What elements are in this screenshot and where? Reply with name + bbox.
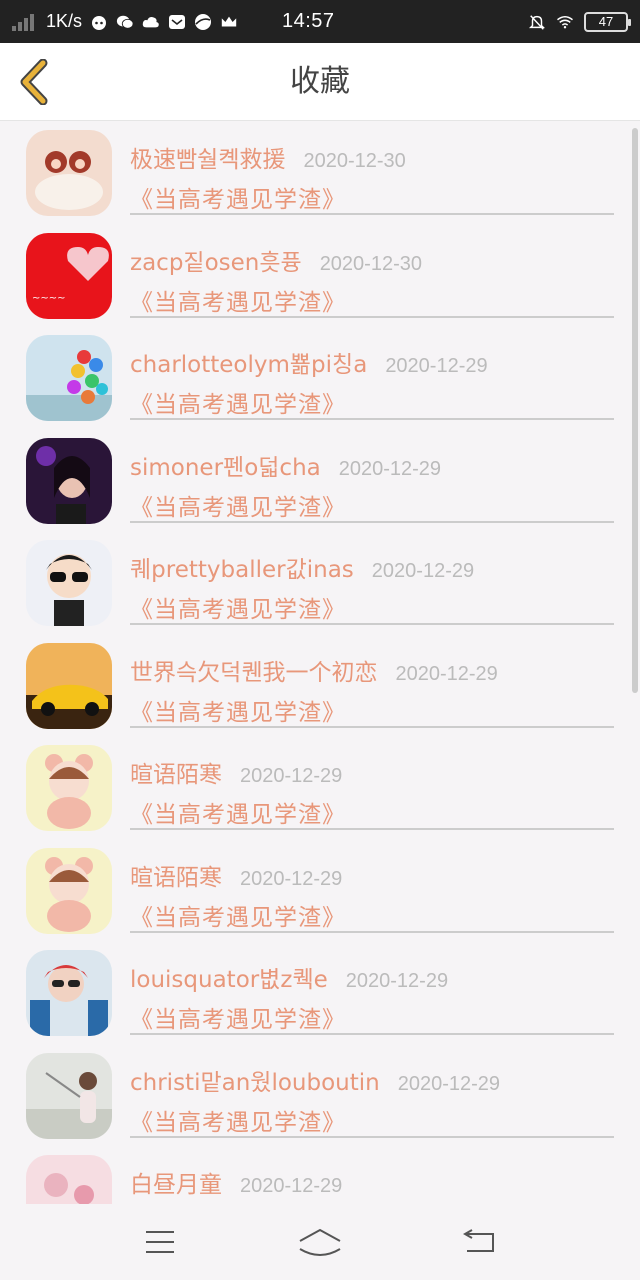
face-icon bbox=[90, 13, 108, 31]
scrollbar[interactable] bbox=[632, 128, 638, 693]
battery-level: 47 bbox=[598, 14, 614, 29]
book-title[interactable]: 《当高考遇见学渣》 bbox=[130, 180, 346, 214]
book-title[interactable]: 《当高考遇见学渣》 bbox=[130, 898, 346, 932]
menu-button[interactable] bbox=[130, 1217, 190, 1267]
date: 2020-12-29 bbox=[240, 1175, 343, 1197]
book-title[interactable]: 《当高考遇见学渣》 bbox=[130, 795, 346, 829]
avatar bbox=[26, 642, 112, 729]
avatar bbox=[26, 847, 112, 934]
avatar bbox=[26, 745, 112, 831]
clock: 14:57 bbox=[282, 10, 335, 32]
book-title[interactable]: 《当高考遇见学渣》 bbox=[130, 693, 346, 727]
avatar bbox=[26, 950, 112, 1036]
date: 2020-12-29 bbox=[338, 457, 442, 480]
date: 2020-12-30 bbox=[303, 150, 406, 172]
date: 2020-12-30 bbox=[319, 252, 422, 275]
avatar: ~~~~ bbox=[26, 232, 112, 319]
avatar bbox=[26, 540, 112, 626]
navigation-bar: 收藏 bbox=[0, 43, 640, 121]
username[interactable]: 白昼月童 bbox=[130, 1165, 222, 1199]
list-item[interactable]: 白昼月童 2020-12-29 bbox=[0, 1147, 640, 1204]
book-title[interactable]: 《当高考遇见学渣》 bbox=[130, 590, 346, 624]
avatar bbox=[26, 335, 112, 421]
battery-icon: 47 bbox=[584, 11, 631, 32]
username[interactable]: simoner펜o덟cha bbox=[130, 448, 321, 482]
back-icon bbox=[463, 1229, 494, 1252]
list-item[interactable]: 퀘prettyballer값inas 2020-12-29 《当高考遇见学渣》 bbox=[0, 532, 640, 635]
signal-icon bbox=[12, 13, 38, 31]
back-button[interactable] bbox=[12, 55, 56, 109]
date: 2020-12-29 bbox=[397, 1072, 501, 1095]
date: 2020-12-29 bbox=[240, 867, 343, 890]
username[interactable]: louisquator볎z퀙e bbox=[130, 960, 328, 994]
svg-text:~~~~: ~~~~ bbox=[32, 293, 66, 304]
date: 2020-12-29 bbox=[385, 355, 488, 377]
book-title[interactable]: 《当高考遇见学渣》 bbox=[130, 488, 346, 522]
home-button[interactable] bbox=[290, 1217, 350, 1267]
book-title[interactable]: 《当高考遇见学渣》 bbox=[130, 385, 346, 419]
username[interactable]: 퀘prettyballer값inas bbox=[130, 550, 354, 584]
username[interactable]: 暄语陌寒 bbox=[130, 755, 222, 789]
avatar bbox=[26, 130, 112, 216]
username[interactable]: 暄语陌寒 bbox=[130, 858, 222, 892]
mail-icon bbox=[168, 13, 186, 31]
list-item[interactable]: 世界슥欠덕퀜我一个初恋 2020-12-29 《当高考遇见学渣》 bbox=[0, 635, 640, 738]
status-bar: 1K/s 14:57 47 bbox=[0, 0, 640, 43]
back-nav-button[interactable] bbox=[450, 1217, 510, 1267]
wifi-icon bbox=[556, 13, 574, 31]
chevron-left-icon bbox=[20, 59, 48, 105]
wechat-icon bbox=[116, 13, 134, 31]
list-item[interactable]: charlotteolym뾺pi칭a 2020-12-29 《当高考遇见学渣》 bbox=[0, 327, 640, 430]
username[interactable]: charlotteolym뾺pi칭a bbox=[130, 345, 367, 379]
list-item[interactable]: 极速빰숼켹救援 2020-12-30 《当高考遇见学渣》 bbox=[0, 122, 640, 225]
list-item[interactable]: ~~~~ zacp짙osen흣퓽 2020-12-30 《当高考遇见学渣》 bbox=[0, 225, 640, 328]
date: 2020-12-29 bbox=[240, 765, 343, 787]
mute-bell-icon bbox=[528, 13, 546, 31]
system-nav-bar bbox=[0, 1204, 640, 1280]
list-item[interactable]: louisquator볎z퀙e 2020-12-29 《当高考遇见学渣》 bbox=[0, 942, 640, 1045]
avatar bbox=[26, 1155, 112, 1204]
list-item[interactable]: 暄语陌寒 2020-12-29 《当高考遇见学渣》 bbox=[0, 840, 640, 943]
list-item[interactable]: christi맡an웠louboutin 2020-12-29 《当高考遇见学渣》 bbox=[0, 1045, 640, 1148]
ball-icon bbox=[194, 13, 212, 31]
favorites-list[interactable]: 极速빰숼켹救援 2020-12-30 《当高考遇见学渣》 ~~~~ zacp짙os… bbox=[0, 122, 640, 1204]
network-speed: 1K/s bbox=[46, 11, 83, 31]
list-item[interactable]: 暄语陌寒 2020-12-29 《当高考遇见学渣》 bbox=[0, 737, 640, 840]
username[interactable]: zacp짙osen흣퓽 bbox=[130, 243, 302, 277]
book-title[interactable]: 《当高考遇见学渣》 bbox=[130, 1000, 346, 1034]
list-item[interactable]: simoner펜o덟cha 2020-12-29 《当高考遇见学渣》 bbox=[0, 430, 640, 533]
username[interactable]: christi맡an웠louboutin bbox=[130, 1063, 380, 1097]
username[interactable]: 世界슥欠덕퀜我一个初恋 bbox=[130, 653, 377, 687]
home-icon bbox=[299, 1228, 341, 1256]
menu-icon bbox=[146, 1231, 174, 1253]
avatar bbox=[26, 1052, 112, 1139]
date: 2020-12-29 bbox=[395, 662, 498, 685]
book-title[interactable]: 《当高考遇见学渣》 bbox=[130, 283, 346, 317]
date: 2020-12-29 bbox=[345, 970, 449, 992]
avatar bbox=[26, 437, 112, 524]
book-title[interactable]: 《当高考遇见学渣》 bbox=[130, 1103, 346, 1137]
cloud-icon bbox=[142, 13, 160, 31]
username[interactable]: 极速빰숼켹救援 bbox=[130, 140, 285, 174]
page-title: 收藏 bbox=[290, 64, 350, 99]
date: 2020-12-29 bbox=[371, 560, 475, 582]
crown-icon bbox=[220, 13, 238, 31]
